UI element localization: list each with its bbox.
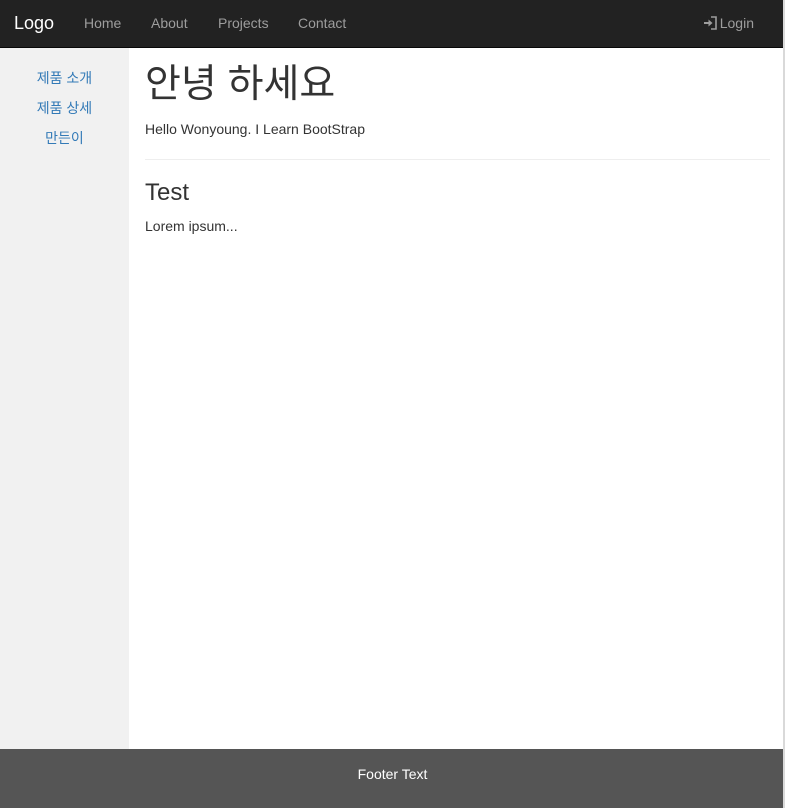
log-in-icon xyxy=(703,16,717,30)
login-label: Login xyxy=(719,15,754,31)
nav-link-about[interactable]: About xyxy=(151,14,188,32)
section-title: Test xyxy=(145,179,190,206)
section-text: Lorem ipsum... xyxy=(145,218,238,234)
top-navbar: Logo Home About Projects Contact Login xyxy=(0,0,785,48)
nav-link-home[interactable]: Home xyxy=(84,14,121,32)
login-link[interactable]: Login xyxy=(703,14,754,32)
brand-logo-link[interactable]: Logo xyxy=(14,12,54,34)
footer: Footer Text xyxy=(0,749,785,808)
sidebar-item-product-intro[interactable]: 제품 소개 xyxy=(0,69,129,87)
footer-text: Footer Text xyxy=(357,766,428,782)
divider xyxy=(145,159,770,160)
sidebar-item-creator[interactable]: 만든이 xyxy=(0,129,129,147)
page-title: 안녕 하세요 xyxy=(145,63,336,106)
intro-text: Hello Wonyoung. I Learn BootStrap xyxy=(145,121,365,137)
nav-link-projects[interactable]: Projects xyxy=(218,14,269,32)
sidebar-item-product-detail[interactable]: 제품 상세 xyxy=(0,99,129,117)
nav-link-contact[interactable]: Contact xyxy=(298,14,346,32)
sidebar: 제품 소개 제품 상세 만든이 xyxy=(0,48,129,749)
